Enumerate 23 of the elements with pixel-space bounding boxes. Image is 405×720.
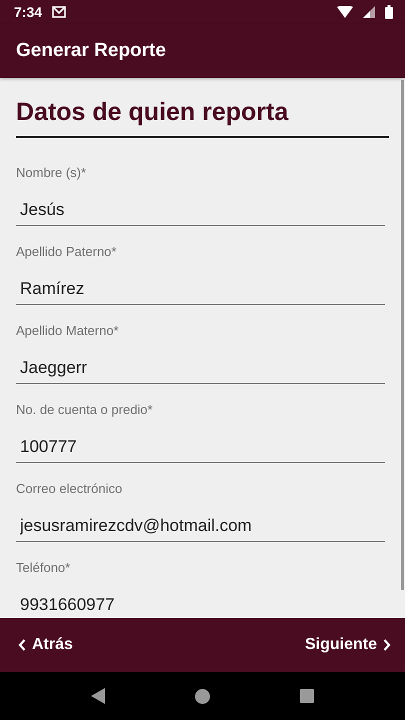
battery-icon	[385, 5, 393, 19]
field-label: Correo electrónico	[16, 481, 122, 496]
next-button[interactable]: Siguiente	[300, 632, 395, 658]
input-field[interactable]: Jesús	[16, 200, 385, 226]
signal-icon	[363, 6, 375, 18]
input-field[interactable]: 100777	[16, 437, 385, 463]
field-label: Apellido Paterno*	[16, 244, 116, 259]
back-nav-icon[interactable]	[91, 688, 105, 704]
chevron-right-icon	[383, 639, 391, 651]
field-label: Nombre (s)*	[16, 165, 86, 180]
back-button[interactable]: Atrás	[14, 632, 77, 658]
field-label: No. de cuenta o predio*	[16, 402, 153, 417]
field-label: Teléfono*	[16, 560, 70, 575]
section-heading: Datos de quien reporta	[16, 98, 389, 138]
home-nav-icon[interactable]	[195, 688, 210, 704]
wifi-icon	[337, 6, 353, 18]
mail-icon	[52, 6, 66, 18]
input-field[interactable]: Ramírez	[16, 279, 385, 305]
field-label: Apellido Materno*	[16, 323, 119, 338]
app-title: Generar Reporte	[16, 40, 166, 62]
input-field[interactable]: Jaeggerr	[16, 358, 385, 384]
chevron-left-icon	[18, 639, 26, 651]
status-time: 7:34	[14, 4, 42, 20]
